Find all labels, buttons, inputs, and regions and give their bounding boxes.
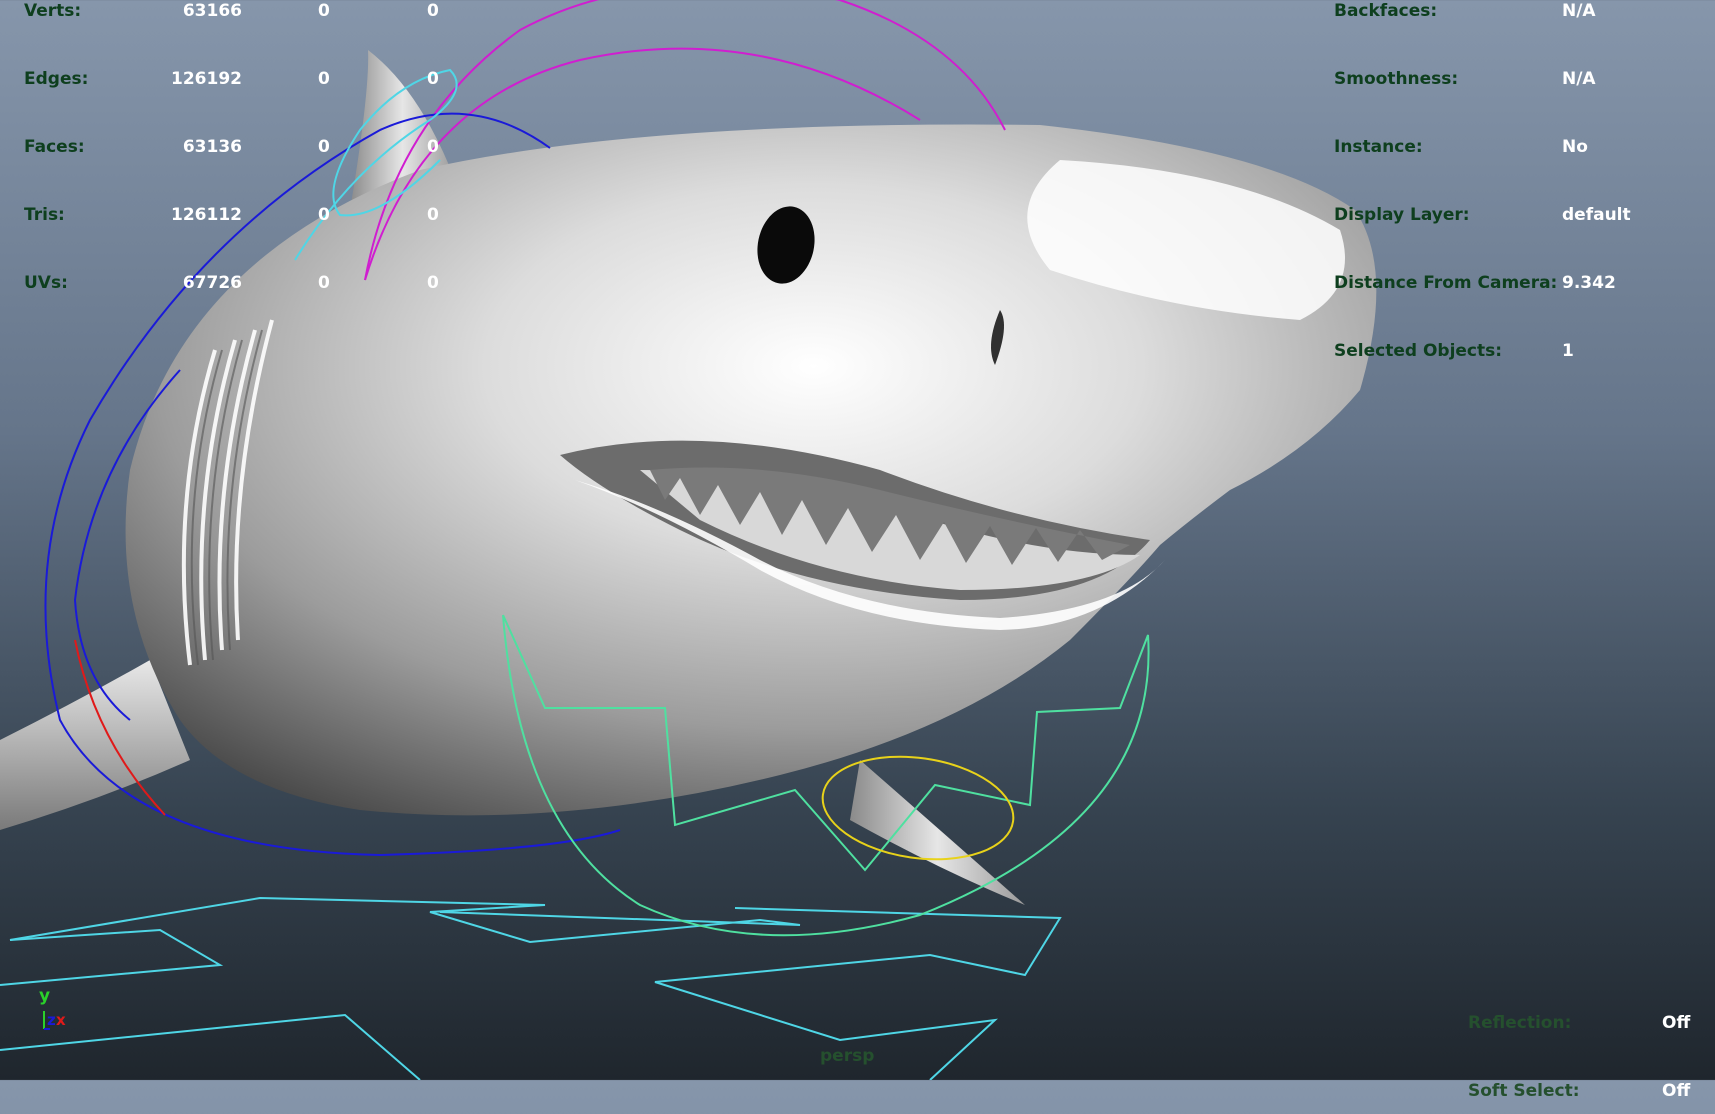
stat-triangle-count: 0 — [427, 137, 439, 157]
stat-label: Verts: — [24, 1, 82, 21]
viewport-flags-row: Soft Select: Off — [1468, 1080, 1691, 1114]
flag-label: Reflection: — [1468, 1013, 1572, 1033]
stat-triangle-count: 0 — [427, 205, 439, 225]
stat-selected-count: 0 — [318, 1, 330, 21]
info-value: N/A — [1562, 1, 1596, 21]
object-info-hud: Backfaces: N/A Smoothness: N/A Instance: No Di… — [1334, 0, 1704, 361]
pectoral-fin — [850, 760, 1025, 905]
stat-label: Tris: — [24, 205, 65, 225]
object-info-row: Instance: No — [1334, 136, 1704, 170]
viewport-flags-hud: Reflection: Off Soft Select: Off — [1468, 1012, 1691, 1101]
info-value: default — [1562, 205, 1631, 225]
info-label: Smoothness: — [1334, 69, 1459, 89]
flag-value: Off — [1662, 1013, 1691, 1033]
poly-count-hud: Verts: 63166 0 0 Edges: 126192 0 0 Faces: 63136 0 0… — [24, 0, 484, 293]
poly-stats-row: UVs: 67726 0 0 — [24, 272, 484, 306]
flag-label: Soft Select: — [1468, 1081, 1580, 1101]
axis-z-label: z — [47, 1011, 56, 1029]
viewport-flags-row: Reflection: Off — [1468, 1012, 1691, 1046]
camera-name: persp — [820, 1046, 875, 1066]
stat-selected-count: 0 — [318, 69, 330, 89]
object-info-row: Display Layer: default — [1334, 204, 1704, 238]
info-value: 1 — [1562, 341, 1574, 361]
object-info-row: Selected Objects: 1 — [1334, 340, 1704, 374]
info-label: Selected Objects: — [1334, 341, 1503, 361]
object-info-row: Backfaces: N/A — [1334, 0, 1704, 34]
flag-value: Off — [1662, 1081, 1691, 1101]
poly-stats-row: Tris: 126112 0 0 — [24, 204, 484, 238]
object-info-row: Smoothness: N/A — [1334, 68, 1704, 102]
stat-triangle-count: 0 — [427, 273, 439, 293]
stat-value: 126112 — [171, 205, 242, 225]
stat-selected-count: 0 — [318, 273, 330, 293]
object-info-row: Distance From Camera: 9.342 — [1334, 272, 1704, 306]
info-label: Distance From Camera: — [1334, 273, 1558, 293]
stat-value: 126192 — [171, 69, 242, 89]
axis-gizmo: y z x — [39, 986, 66, 1030]
info-value: No — [1562, 137, 1588, 157]
axis-x-label: x — [56, 1011, 66, 1029]
stat-selected-count: 0 — [318, 137, 330, 157]
poly-stats-row: Faces: 63136 0 0 — [24, 136, 484, 170]
poly-stats-row: Verts: 63166 0 0 — [24, 0, 484, 34]
stat-value: 67726 — [182, 273, 242, 293]
stat-label: Edges: — [24, 69, 89, 89]
axis-y-label: y — [39, 986, 50, 1006]
stat-label: Faces: — [24, 137, 85, 157]
stat-triangle-count: 0 — [427, 69, 439, 89]
stat-value: 63136 — [182, 137, 242, 157]
stat-selected-count: 0 — [318, 205, 330, 225]
info-label: Backfaces: — [1334, 1, 1438, 21]
stat-triangle-count: 0 — [427, 1, 439, 21]
info-value: N/A — [1562, 69, 1596, 89]
info-label: Instance: — [1334, 137, 1423, 157]
stat-label: UVs: — [24, 273, 68, 293]
info-value: 9.342 — [1562, 273, 1616, 293]
poly-stats-row: Edges: 126192 0 0 — [24, 68, 484, 102]
info-label: Display Layer: — [1334, 205, 1470, 225]
floor-controls-cyan[interactable] — [0, 896, 1062, 1080]
stat-value: 63166 — [182, 1, 242, 21]
